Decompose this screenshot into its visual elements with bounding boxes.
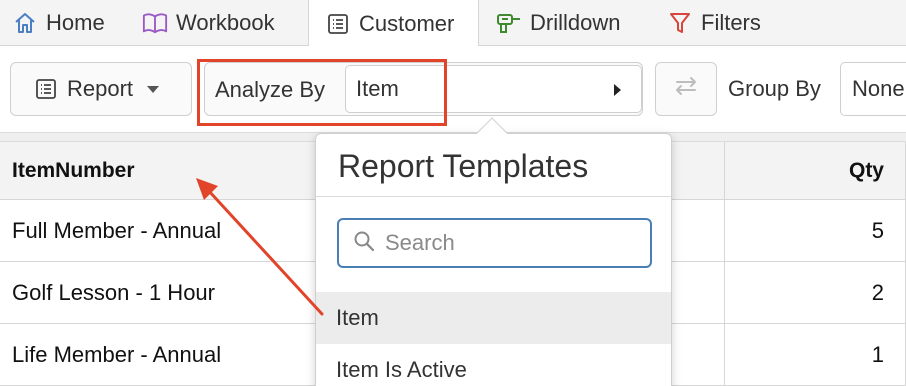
swap-button[interactable]	[655, 62, 717, 116]
annotation-highlight-box	[197, 59, 447, 126]
report-button-label: Report	[67, 76, 134, 101]
book-icon	[142, 10, 168, 36]
popover-divider	[316, 196, 671, 197]
column-header-itemnumber[interactable]: ItemNumber	[12, 142, 135, 200]
caret-down-icon	[147, 85, 160, 93]
list-icon	[35, 78, 57, 100]
report-button[interactable]: Report	[10, 62, 192, 116]
cell-qty: 2	[871, 280, 884, 305]
cell-itemnumber: Golf Lesson - 1 Hour	[12, 280, 215, 305]
tab-bar: Home Workbook Customer Drilldown Filters	[0, 0, 906, 47]
column-header-qty[interactable]: Qty	[849, 142, 884, 200]
group-by-label: Group By	[728, 76, 821, 101]
tab-customer-label: Customer	[359, 10, 455, 36]
template-option-item[interactable]: Item	[316, 292, 671, 344]
tab-drilldown[interactable]: Drilldown	[496, 0, 620, 46]
tab-home[interactable]: Home	[12, 0, 105, 46]
tab-workbook[interactable]: Workbook	[142, 0, 275, 46]
search-input[interactable]	[385, 230, 645, 256]
tab-customer[interactable]: Customer	[308, 0, 479, 47]
tab-filters[interactable]: Filters	[667, 0, 761, 46]
list-icon	[325, 11, 351, 37]
tab-drilldown-label: Drilldown	[530, 10, 621, 35]
cell-qty: 1	[871, 342, 884, 367]
swap-arrows-icon	[671, 74, 701, 104]
tab-filters-label: Filters	[701, 10, 761, 35]
column-divider	[724, 142, 725, 386]
template-option-item-is-active[interactable]: Item Is Active	[316, 344, 671, 386]
cell-qty: 5	[871, 218, 884, 243]
tab-workbook-label: Workbook	[176, 10, 275, 35]
tab-home-label: Home	[46, 10, 105, 35]
popover-title: Report Templates	[338, 148, 589, 184]
search-box[interactable]	[337, 218, 652, 268]
filter-icon	[667, 10, 693, 36]
search-icon	[353, 230, 375, 257]
caret-right-icon	[614, 84, 621, 96]
drill-icon	[496, 10, 522, 36]
home-icon	[12, 10, 38, 36]
cell-itemnumber: Life Member - Annual	[12, 342, 222, 367]
group-by-select[interactable]: None	[840, 62, 906, 116]
toolbar: Report Analyze By Item Group By None	[0, 46, 906, 132]
group-by-value: None	[852, 76, 905, 101]
cell-itemnumber: Full Member - Annual	[12, 218, 222, 243]
report-templates-popover: Report Templates Item Item Is Active	[315, 117, 672, 386]
